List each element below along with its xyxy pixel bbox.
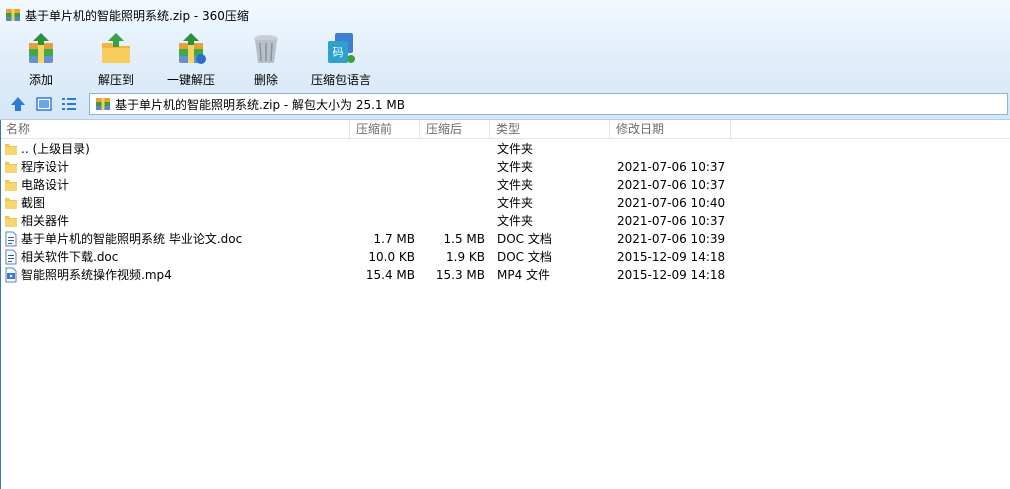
column-header-date[interactable]: 修改日期 <box>610 120 731 138</box>
file-type: DOC 文档 <box>497 232 552 246</box>
file-list: .. (上级目录) 文件夹 程序设计 文件夹 2021-07-06 10:37 电路设计文… <box>0 140 1010 284</box>
file-size <box>340 212 415 230</box>
folder-icon <box>4 195 18 211</box>
add-button[interactable]: 添加 <box>6 30 76 88</box>
file-packed-size: 15.3 MB <box>435 268 485 282</box>
file-row[interactable]: .. (上级目录) 文件夹 <box>0 140 1010 158</box>
file-size: 1.7 MB <box>373 232 415 246</box>
archive-language-button[interactable]: 码 压缩包语言 <box>306 30 376 88</box>
file-packed-size <box>410 194 485 212</box>
column-header-name[interactable]: 名称 <box>0 120 350 138</box>
file-row[interactable]: 程序设计 文件夹 2021-07-06 10:37 <box>0 158 1010 176</box>
column-header-size[interactable]: 压缩前 <box>350 120 420 138</box>
file-name: 截图 <box>21 196 46 210</box>
column-header-packed[interactable]: 压缩后 <box>420 120 490 138</box>
extract-to-button[interactable]: 解压到 <box>81 30 151 88</box>
doc-file-icon <box>4 231 18 247</box>
title-bar: 基于单片机的智能照明系统.zip - 360压缩 <box>0 0 1010 30</box>
file-row[interactable]: 智能照明系统操作视频.mp4 15.4 MB 15.3 MB MP4 文件 2015-1… <box>0 266 1010 284</box>
address-bar: 基于单片机的智能照明系统.zip - 解包大小为 25.1 MB <box>0 92 1010 116</box>
one-click-extract-icon <box>179 33 206 64</box>
file-type: 文件夹 <box>497 160 534 174</box>
folder-icon <box>4 213 18 229</box>
delete-button[interactable]: 删除 <box>231 30 301 88</box>
file-size <box>340 158 415 176</box>
file-row[interactable]: 基于单片机的智能照明系统 毕业论文.doc 1.7 MB 1.5 MB DOC 文档 2… <box>0 230 1010 248</box>
file-name: 程序设计 <box>21 160 70 174</box>
file-packed-size: 1.9 KB <box>446 250 485 264</box>
file-size <box>340 194 415 212</box>
file-date: 2021-07-06 10:40 <box>617 196 726 210</box>
file-date: 2015-12-09 14:18 <box>617 250 726 264</box>
file-date: 2021-07-06 10:39 <box>617 232 726 246</box>
file-row[interactable]: 相关器件 文件夹 2021-07-06 10:37 <box>0 212 1010 230</box>
file-date: 2021-07-06 10:37 <box>617 178 726 192</box>
list-view-icon[interactable] <box>59 94 79 114</box>
delete-icon <box>254 35 278 63</box>
file-name: 电路设计 <box>21 178 70 192</box>
archive-language-label: 压缩包语言 <box>310 73 371 87</box>
file-packed-size <box>410 176 485 194</box>
archive-icon <box>96 98 110 110</box>
file-name: 基于单片机的智能照明系统 毕业论文.doc <box>21 232 243 246</box>
delete-label: 删除 <box>253 73 278 87</box>
file-packed-size <box>410 140 485 158</box>
doc-file-icon <box>4 249 18 265</box>
file-name: 智能照明系统操作视频.mp4 <box>21 268 172 282</box>
file-date: 2021-07-06 10:37 <box>617 214 726 228</box>
file-size: 15.4 MB <box>365 268 415 282</box>
thumbnail-view-icon[interactable] <box>34 94 54 114</box>
file-packed-size <box>410 158 485 176</box>
file-type: 文件夹 <box>497 178 534 192</box>
file-size <box>340 140 415 158</box>
one-click-extract-label: 一键解压 <box>166 73 215 87</box>
window-chrome: 基于单片机的智能照明系统.zip - 360压缩 添加 解压到 一键解压 删除 … <box>0 0 1010 120</box>
video-file-icon <box>4 267 18 283</box>
one-click-extract-button[interactable]: 一键解压 <box>156 30 226 88</box>
file-row[interactable]: 电路设计 文件夹 2021-07-06 10:37 <box>0 176 1010 194</box>
extract-to-label: 解压到 <box>97 73 134 87</box>
list-left-border <box>0 120 1 489</box>
file-row[interactable]: 相关软件下载.doc 10.0 KB 1.9 KB DOC 文档 2015-12-09 … <box>0 248 1010 266</box>
archive-app-icon <box>6 9 20 21</box>
toolbar: 添加 解压到 一键解压 删除 码 压缩包语言 <box>0 30 1010 90</box>
file-packed-size <box>410 212 485 230</box>
file-name: 相关器件 <box>21 214 70 228</box>
extract-to-icon <box>102 33 130 63</box>
file-name: .. (上级目录) <box>21 142 90 156</box>
folder-icon <box>4 177 18 193</box>
add-label: 添加 <box>28 73 53 87</box>
file-type: 文件夹 <box>497 142 534 156</box>
archive-language-icon: 码 <box>328 33 355 63</box>
file-packed-size: 1.5 MB <box>443 232 485 246</box>
file-list-header: 名称 压缩前 压缩后 类型 修改日期 <box>0 120 1010 139</box>
file-date: 2021-07-06 10:37 <box>617 160 726 174</box>
file-size <box>340 176 415 194</box>
column-header-type[interactable]: 类型 <box>490 120 610 138</box>
file-type: DOC 文档 <box>497 250 552 264</box>
up-arrow-icon[interactable] <box>8 94 28 114</box>
folder-icon <box>4 159 18 175</box>
address-text: 基于单片机的智能照明系统.zip - 解包大小为 25.1 MB <box>115 97 405 112</box>
address-field[interactable]: 基于单片机的智能照明系统.zip - 解包大小为 25.1 MB <box>89 93 1008 115</box>
file-type: 文件夹 <box>497 214 534 228</box>
file-size: 10.0 KB <box>368 250 415 264</box>
file-date: 2015-12-09 14:18 <box>617 268 726 282</box>
file-row[interactable]: 截图 文件夹 2021-07-06 10:40 <box>0 194 1010 212</box>
add-icon <box>29 33 53 63</box>
window-title: 基于单片机的智能照明系统.zip - 360压缩 <box>25 8 249 23</box>
file-type: MP4 文件 <box>497 268 551 282</box>
svg-text:码: 码 <box>333 46 344 59</box>
folder-icon <box>4 141 18 157</box>
file-name: 相关软件下载.doc <box>21 250 119 264</box>
file-type: 文件夹 <box>497 196 534 210</box>
